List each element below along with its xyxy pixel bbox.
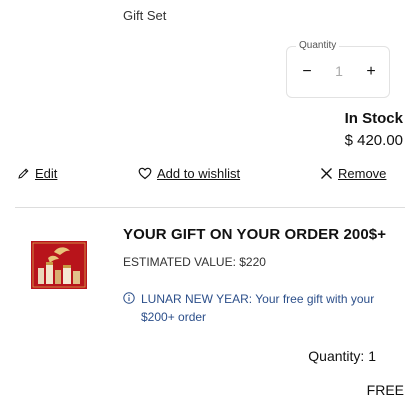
quantity-value[interactable]: 1 [327,63,351,79]
add-to-wishlist-label: Add to wishlist [157,166,241,181]
add-to-wishlist-link[interactable]: Add to wishlist [138,166,240,181]
remove-link[interactable]: Remove [320,166,386,181]
close-icon [321,168,332,179]
item-divider [15,207,405,208]
quantity-stepper[interactable]: Quantity − 1 + [286,40,390,98]
quantity-label: Quantity [296,40,340,51]
item-price: $ 420.00 [344,132,403,149]
edit-label: Edit [35,166,58,181]
decrease-quantity-button[interactable]: − [296,61,318,83]
increase-quantity-button[interactable]: + [360,61,382,83]
stock-status: In Stock [344,110,403,127]
gift-quantity: Quantity: 1 [308,348,376,364]
gift-estimated-value: ESTIMATED VALUE: $220 [123,255,266,269]
remove-label: Remove [338,166,387,181]
info-icon [123,292,135,304]
gift-price: FREE [366,382,404,398]
item-subtitle: Gift Set [123,8,167,23]
edit-link[interactable]: Edit [17,166,57,181]
gift-promo-text: LUNAR NEW YEAR: Your free gift with your… [141,292,375,324]
gift-set-image [31,241,87,289]
gift-title: YOUR GIFT ON YOUR ORDER 200$+ [123,226,387,243]
pencil-icon [18,168,29,179]
heart-icon [138,167,152,180]
